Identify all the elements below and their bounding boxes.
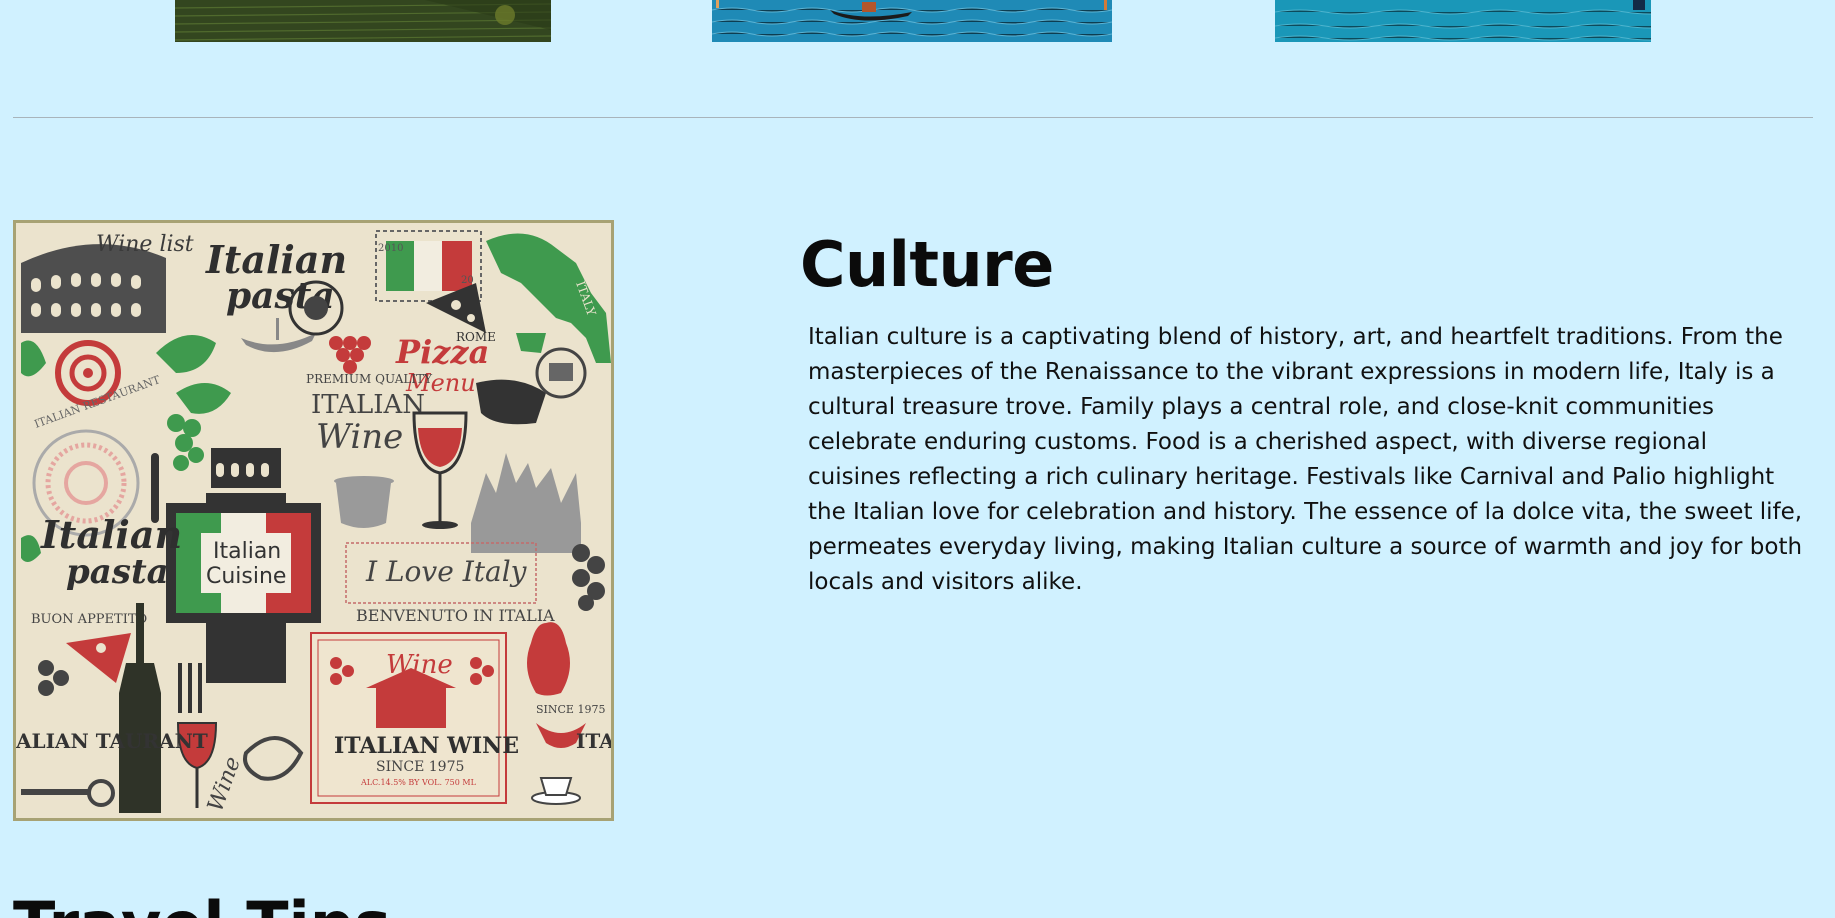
svg-text:SINCE 1975: SINCE 1975 [376,759,464,775]
svg-text:ALIAN TAURANT: ALIAN TAURANT [16,729,208,753]
svg-text:20: 20 [461,275,474,286]
svg-text:ALC.14.5% BY VOL. 750 ML: ALC.14.5% BY VOL. 750 ML [360,778,477,787]
culture-description: Italian culture is a captivating blend o… [808,324,1803,595]
coast-photo [1275,0,1651,42]
svg-text:Italian: Italian [213,539,281,564]
svg-text:Wine: Wine [316,417,403,457]
svg-text:PREMIUM QUALITY: PREMIUM QUALITY [306,372,433,386]
svg-text:I Love Italy: I Love Italy [365,555,528,588]
wine-list-text: Wine list [96,232,194,257]
colosseum-icon [21,244,166,333]
italian-culture-illustration: Wine list Italian pasta 2010 20 ITALY RO… [13,220,614,821]
svg-text:Cuisine: Cuisine [206,564,286,589]
svg-text:ITALIAN: ITALIAN [311,390,425,420]
svg-text:ITALIAN WINE: ITALIAN WINE [334,733,519,759]
svg-text:2010: 2010 [378,243,403,254]
svg-text:pasta: pasta [66,552,169,592]
section-divider [13,117,1813,118]
svg-text:SINCE 1975: SINCE 1975 [536,703,605,716]
vineyard-photo [175,0,551,42]
svg-text:BUON APPETITO: BUON APPETITO [31,612,147,627]
svg-text:BENVENUTO IN ITALIA: BENVENUTO IN ITALIA [356,606,555,625]
svg-text:Italian: Italian [40,512,182,557]
italian-wine-label: Wine ITALIAN WINE SINCE 1975 ALC.14.5% B… [310,632,519,804]
svg-text:ITA REST: ITA REST [576,729,611,753]
travel-tips-heading: Travel Tips [13,888,391,918]
svg-text:Pizza: Pizza [395,333,489,371]
page: Wine list Italian pasta 2010 20 ITALY RO… [0,0,1835,918]
italian-cuisine-sign: Italian Cuisine [166,503,321,623]
culture-heading: Culture [800,228,1054,301]
gondola-photo [712,0,1112,42]
